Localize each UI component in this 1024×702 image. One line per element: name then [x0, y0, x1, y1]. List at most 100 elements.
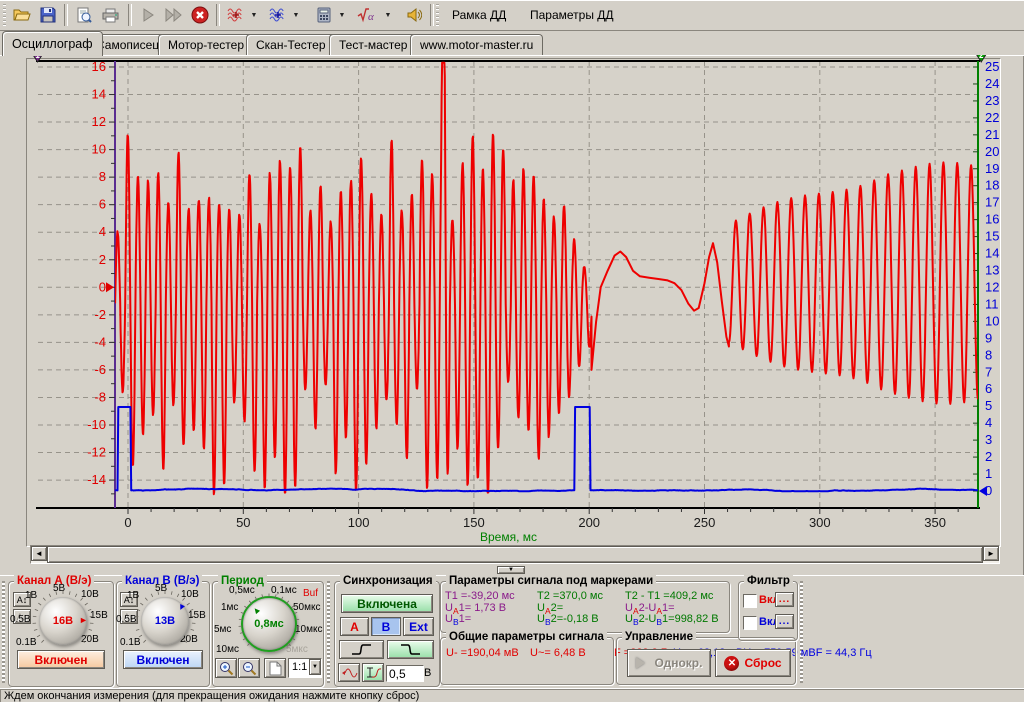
svg-text:14: 14 [985, 246, 999, 261]
reset-label: Сброс [744, 656, 781, 670]
svg-text:6: 6 [99, 197, 106, 212]
new-buffer-button[interactable] [264, 658, 286, 678]
scale-label: 50мкс [293, 602, 321, 613]
sync-mode-button[interactable] [338, 663, 360, 682]
sync-level-button[interactable] [362, 663, 384, 682]
channel-a-power-button[interactable]: Включен [17, 650, 105, 669]
marker-t1: T1 =-39,20 мс [445, 591, 537, 603]
scale-label: 5мкс [286, 644, 308, 655]
filter-a-checkbox[interactable] [743, 594, 757, 608]
svg-text:α: α [368, 11, 374, 23]
sync-level-input[interactable] [386, 665, 424, 682]
frame-dd-button[interactable]: Рамка ДД [442, 3, 516, 27]
svg-text:10: 10 [92, 142, 106, 157]
tab-scan-tester[interactable]: Скан-Тестер [246, 34, 336, 55]
panel-grip[interactable] [327, 581, 330, 683]
sync-source-a-button[interactable]: А [340, 617, 369, 636]
sync-source-b-button[interactable]: В [371, 617, 401, 636]
zoom-in-button[interactable] [215, 658, 237, 678]
stop-button[interactable] [188, 3, 212, 27]
tab-oscilloscope[interactable]: Осциллограф [2, 31, 103, 56]
zero-level-pointer-right[interactable] [979, 486, 987, 496]
calculator-dropdown[interactable]: ▼ [336, 3, 348, 27]
svg-text:8: 8 [985, 347, 992, 362]
svg-text:14: 14 [92, 87, 106, 102]
reset-button[interactable]: ✕ Сброс [715, 649, 791, 677]
marker-params-group: Параметры сигнала под маркерами T1 =-39,… [440, 581, 730, 633]
start-series-button[interactable] [162, 3, 186, 27]
panel-grip[interactable] [2, 581, 5, 683]
rising-edge-icon [351, 642, 373, 657]
scroll-right-button[interactable]: ► [983, 546, 999, 561]
print-preview-button[interactable] [72, 3, 96, 27]
channel-a-group: Канал А (В/э) А↕ А↕ 1В 5В 10В 15В 20В 0.… [8, 581, 114, 687]
channel-b-signal-dropdown[interactable]: ▼ [290, 3, 302, 27]
filter-b-settings-button[interactable]: ... [775, 614, 794, 629]
toolbar-grip[interactable] [436, 4, 439, 26]
channel-b-signal-button[interactable] [266, 3, 290, 27]
svg-text:3: 3 [985, 432, 992, 447]
svg-text:12: 12 [92, 114, 106, 129]
general-a-dc: U- =190,04 мВ [446, 647, 530, 660]
filter-a-settings-button[interactable]: ... [775, 592, 794, 607]
sync-enabled-button[interactable]: Включена [341, 594, 433, 613]
svg-text:6: 6 [985, 381, 992, 396]
toolbar-grip[interactable] [3, 4, 6, 26]
sync-falling-edge-button[interactable] [387, 640, 434, 659]
single-shot-label: Однокр. [655, 656, 703, 670]
svg-text:-6: -6 [94, 362, 106, 377]
zero-level-pointer-left[interactable] [106, 282, 114, 292]
panel-collapse-button[interactable]: ▼ [497, 566, 525, 574]
svg-text:250: 250 [694, 515, 716, 530]
svg-text:19: 19 [985, 161, 999, 176]
zoom-out-button[interactable] [238, 658, 260, 678]
scale-label: Buf [303, 588, 318, 599]
svg-text:-12: -12 [87, 445, 106, 460]
zoom-ratio-combo[interactable]: 1:1 ▼ [288, 658, 322, 678]
start-button[interactable] [136, 3, 160, 27]
status-text: Ждем окончания измерения (для прекращени… [4, 690, 419, 702]
svg-text:13: 13 [985, 263, 999, 278]
marker-dub: UB2-UB1=998,82 В [625, 614, 727, 626]
open-folder-icon [13, 7, 31, 23]
sync-rising-edge-button[interactable] [339, 640, 384, 659]
single-shot-button[interactable]: Однокр. [627, 649, 711, 677]
channel-b-knob[interactable]: 13В ▼ [141, 597, 189, 645]
tab-website[interactable]: www.motor-master.ru [410, 34, 543, 55]
calculator-button[interactable] [312, 3, 336, 27]
math-function-button[interactable]: α [356, 3, 380, 27]
zoom-out-icon [242, 661, 257, 676]
tab-bar: Осциллограф Самописец Мотор-тестер Скан-… [0, 30, 1024, 55]
channel-a-signal-button[interactable] [224, 3, 248, 27]
zoom-ratio-dropdown[interactable]: ▼ [309, 659, 321, 675]
period-knob[interactable]: 0,8мс ▲ [241, 596, 297, 652]
print-button[interactable] [98, 3, 122, 27]
channel-a-knob[interactable]: 16В ► [39, 597, 87, 645]
plot-horizontal-scrollbar[interactable]: ◄ ► [30, 545, 1000, 564]
sync-source-ext-button[interactable]: Ext [403, 617, 434, 636]
channel-b-value: 13В [141, 615, 189, 627]
params-dd-button[interactable]: Параметры ДД [520, 3, 624, 27]
tab-motor-tester[interactable]: Мотор-тестер [158, 34, 254, 55]
save-button[interactable] [36, 3, 60, 27]
sound-button[interactable] [402, 3, 426, 27]
svg-text:0: 0 [124, 515, 131, 530]
channel-b-group: Канал В (В/э) А↕ А↕ 1В 5В 10В 15В 20В 0.… [116, 581, 210, 687]
channel-a-signal-dropdown[interactable]: ▼ [248, 3, 260, 27]
svg-text:18: 18 [985, 178, 999, 193]
play-icon [141, 8, 155, 22]
scroll-thumb[interactable] [47, 546, 983, 563]
tab-test-master[interactable]: Тест-мастер [329, 34, 417, 55]
filter-title: Фильтр [744, 575, 793, 587]
svg-text:2: 2 [99, 252, 106, 267]
filter-b-checkbox[interactable] [743, 616, 757, 630]
panel-grip[interactable] [800, 581, 803, 683]
channel-b-power-button[interactable]: Включен [123, 650, 203, 669]
open-button[interactable] [10, 3, 34, 27]
oscilloscope-plot[interactable]: 1614121086420-2-4-6-8-10-12-142524232221… [0, 55, 1024, 575]
math-function-dropdown[interactable]: ▼ [382, 3, 394, 27]
marker-dt: T2 - T1 =409,2 мс [625, 591, 727, 603]
scale-label: 0.5В [10, 614, 31, 625]
fast-forward-icon [165, 8, 183, 22]
scroll-left-button[interactable]: ◄ [31, 546, 47, 561]
